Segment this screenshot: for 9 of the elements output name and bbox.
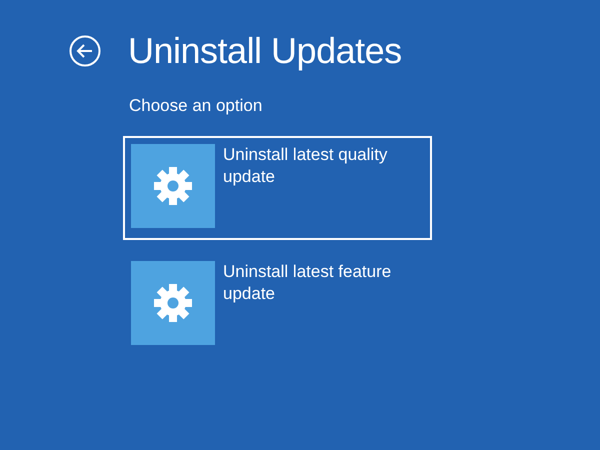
- gear-icon: [153, 283, 193, 323]
- option-label: Uninstall latest feature update: [223, 261, 392, 305]
- subtitle: Choose an option: [129, 96, 264, 116]
- page-title: Uninstall Updates: [128, 30, 402, 72]
- gear-icon: [153, 166, 193, 206]
- back-icon[interactable]: [69, 35, 101, 67]
- option-label: Uninstall latest quality update: [223, 144, 388, 188]
- option-button[interactable]: Uninstall latest quality update: [123, 136, 432, 240]
- option-button[interactable]: Uninstall latest feature update: [123, 253, 432, 357]
